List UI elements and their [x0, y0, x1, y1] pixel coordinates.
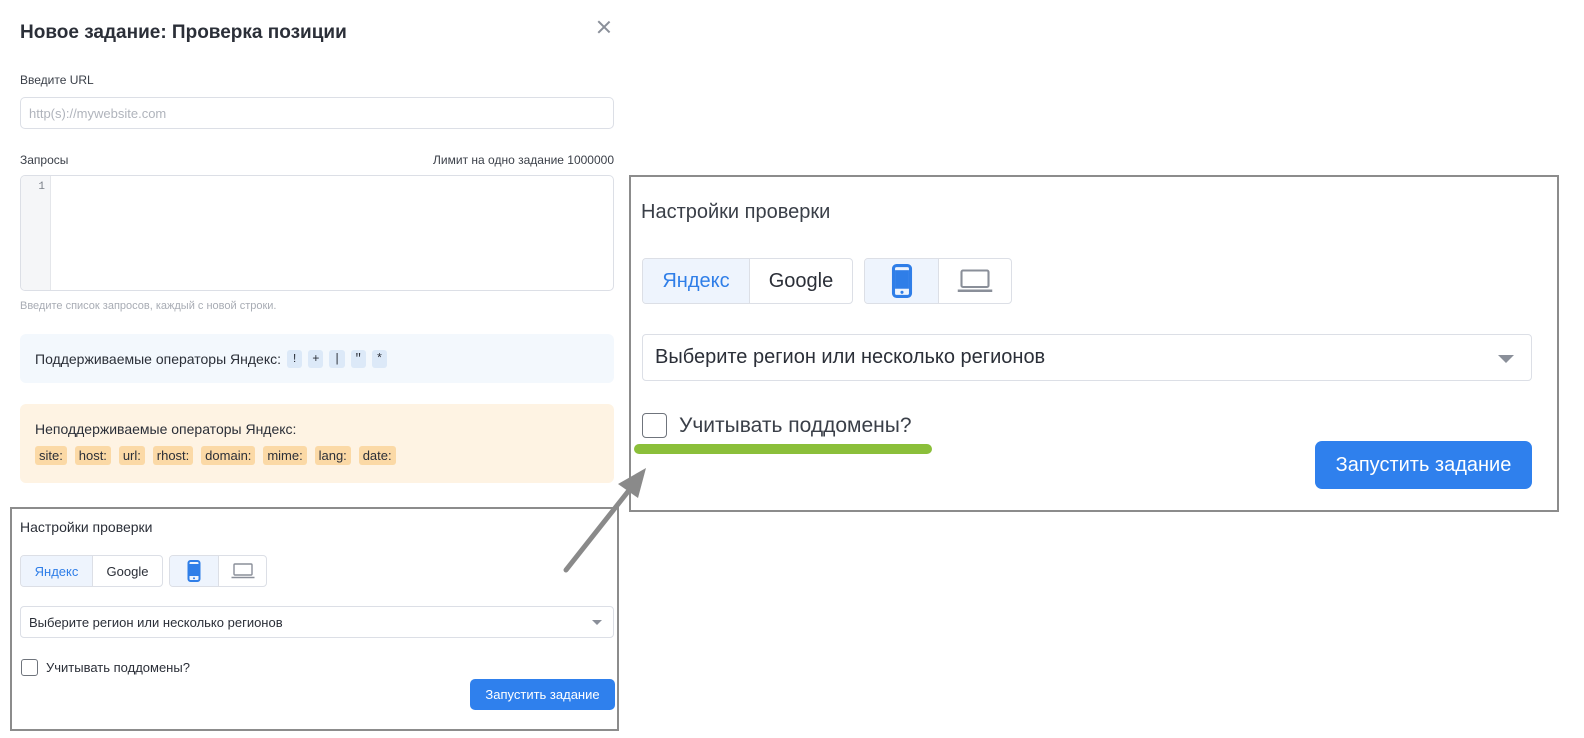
- callout-arrow: [563, 468, 646, 573]
